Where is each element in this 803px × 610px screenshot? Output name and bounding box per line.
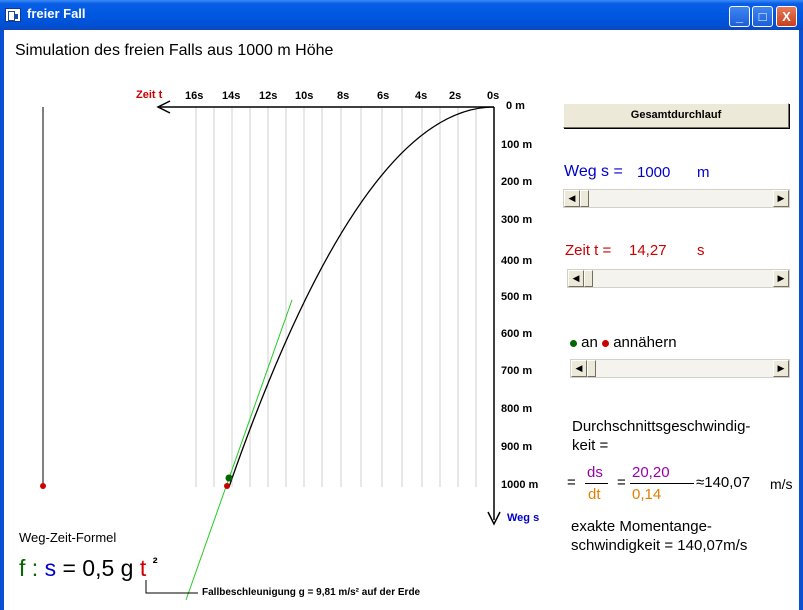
distance-tick: 600 m bbox=[501, 328, 533, 340]
equals-sign: = bbox=[567, 474, 576, 491]
formula-t: t bbox=[139, 555, 147, 581]
exact-speed-value: schwindigkeit = 140,07m/s bbox=[571, 537, 748, 554]
scroll-right-arrow[interactable]: ▶ bbox=[773, 270, 789, 287]
distance-axis-label: Weg s bbox=[507, 512, 540, 524]
approach-on-text: an bbox=[581, 334, 598, 351]
avg-speed-label-cont: keit = bbox=[572, 437, 609, 454]
time-tick: 2s bbox=[449, 90, 462, 102]
formula-f: f bbox=[19, 555, 26, 581]
time-tick: 8s bbox=[337, 90, 350, 102]
time-scrollbar[interactable]: ◀ ▶ bbox=[567, 269, 790, 288]
avg-speed-result: ≈140,07 bbox=[696, 474, 751, 491]
formula-s: s bbox=[44, 555, 57, 581]
distance-tick: 500 m bbox=[501, 291, 533, 303]
approach-scrollbar[interactable]: ◀ ▶ bbox=[570, 359, 790, 378]
scroll-thumb[interactable] bbox=[584, 270, 593, 287]
approach-label: an annähern bbox=[570, 334, 677, 351]
distance-tick: 300 m bbox=[501, 214, 533, 226]
time-tick: 16s bbox=[185, 90, 204, 102]
time-tick: 0s bbox=[487, 90, 500, 102]
grid bbox=[195, 107, 477, 487]
run-all-button[interactable]: Gesamtdurchlauf bbox=[563, 103, 789, 128]
scroll-right-arrow[interactable]: ▶ bbox=[773, 190, 789, 207]
approach-text: annähern bbox=[613, 334, 677, 351]
green-dot-icon bbox=[570, 339, 577, 347]
formula-equals: = 0,5 bbox=[62, 555, 115, 581]
distance-tick: 1000 m bbox=[501, 479, 539, 491]
formula-g: g bbox=[120, 555, 134, 581]
formula: f : s = 0,5 g t ² bbox=[19, 555, 158, 582]
dt-symbol: dt bbox=[588, 486, 601, 503]
equals-sign: = bbox=[617, 474, 626, 491]
fraction-line bbox=[585, 483, 608, 484]
avg-speed-label: Durchschnittsgeschwindig- bbox=[572, 418, 751, 435]
distance-tick: 700 m bbox=[501, 365, 533, 377]
approach-point bbox=[225, 474, 233, 482]
curve-point bbox=[224, 483, 230, 489]
exact-speed-label: exakte Momentange- bbox=[571, 518, 712, 535]
tangent-line bbox=[185, 299, 293, 601]
scroll-thumb[interactable] bbox=[580, 190, 589, 207]
distance-value: 1000 bbox=[637, 164, 671, 181]
formula-exponent: ² bbox=[152, 555, 158, 572]
avg-speed-unit: m/s bbox=[770, 476, 793, 492]
formula-title: Weg-Zeit-Formel bbox=[19, 530, 117, 545]
fraction-line bbox=[630, 483, 694, 484]
time-axis-label: Zeit t bbox=[136, 89, 163, 101]
distance-tick: 200 m bbox=[501, 176, 533, 188]
scroll-left-arrow[interactable]: ◀ bbox=[568, 270, 584, 287]
dt-value: 0,14 bbox=[632, 486, 662, 503]
scroll-thumb[interactable] bbox=[587, 360, 596, 377]
ds-symbol: ds bbox=[587, 464, 603, 481]
distance-tick: 400 m bbox=[501, 255, 533, 267]
app-window: freier Fall _ □ X Simulation des freien … bbox=[0, 0, 803, 610]
distance-tick: 0 m bbox=[506, 100, 525, 112]
scroll-right-arrow[interactable]: ▶ bbox=[773, 360, 789, 377]
ground-point bbox=[40, 483, 46, 489]
scroll-left-arrow[interactable]: ◀ bbox=[564, 190, 580, 207]
time-value: 14,27 bbox=[629, 242, 667, 259]
time-tick: 6s bbox=[377, 90, 390, 102]
time-tick: 12s bbox=[259, 90, 278, 102]
ds-value: 20,20 bbox=[632, 464, 670, 481]
time-unit: s bbox=[697, 242, 705, 259]
distance-tick: 800 m bbox=[501, 403, 533, 415]
time-label: Zeit t = bbox=[565, 242, 612, 259]
distance-unit: m bbox=[697, 164, 710, 181]
scroll-left-arrow[interactable]: ◀ bbox=[571, 360, 587, 377]
distance-scrollbar[interactable]: ◀ ▶ bbox=[563, 189, 790, 208]
distance-tick: 100 m bbox=[501, 139, 533, 151]
time-tick: 10s bbox=[295, 90, 314, 102]
red-dot-icon bbox=[602, 339, 610, 347]
time-tick: 14s bbox=[222, 90, 241, 102]
time-tick: 4s bbox=[415, 90, 428, 102]
formula-colon: : bbox=[31, 555, 39, 581]
distance-label: Weg s = bbox=[564, 163, 623, 180]
distance-tick: 900 m bbox=[501, 441, 533, 453]
gravity-note: Fallbeschleunigung g = 9,81 m/s² auf der… bbox=[202, 587, 421, 598]
